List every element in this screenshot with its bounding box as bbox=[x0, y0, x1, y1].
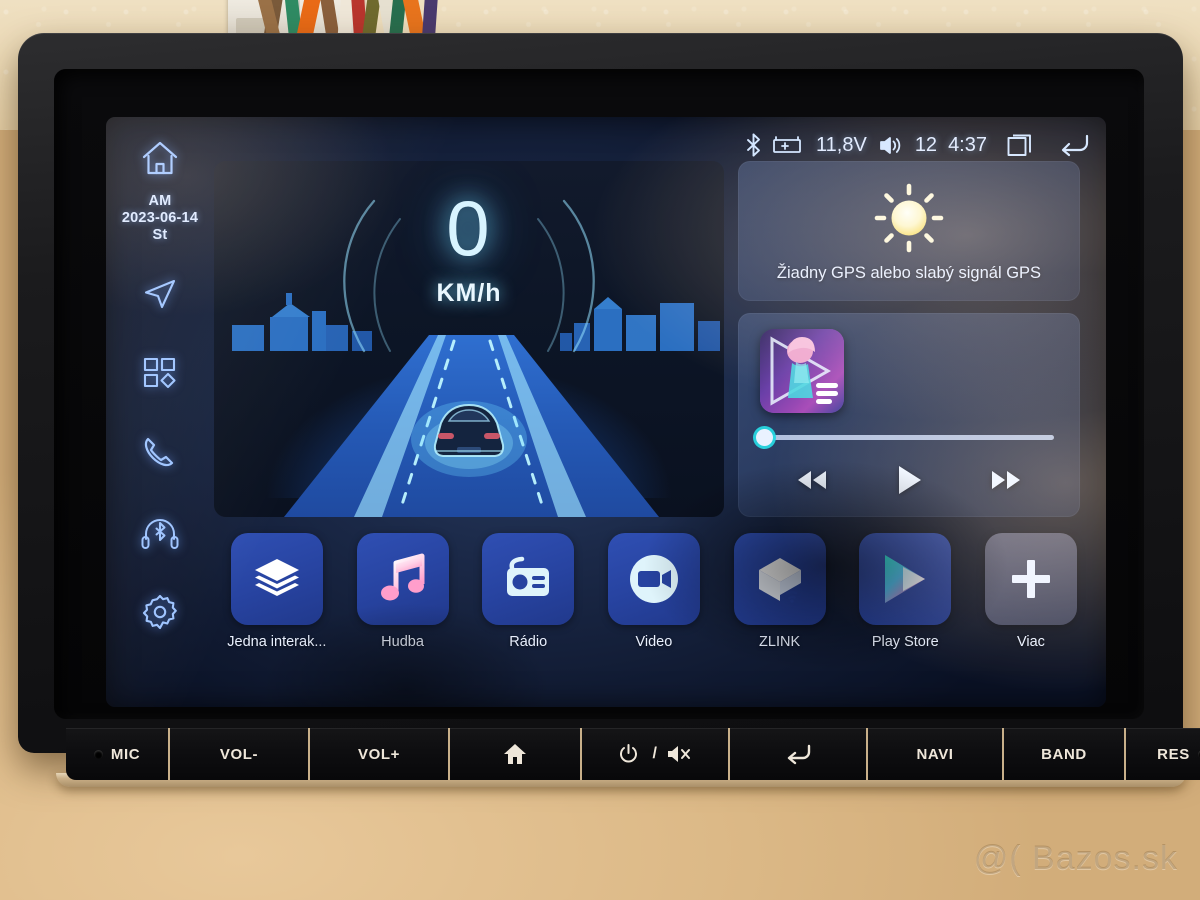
power-mute-separator: / bbox=[652, 745, 658, 762]
left-sidebar: AM 2023-06-14 St bbox=[106, 117, 214, 707]
watermark: @( Bazos.sk bbox=[973, 839, 1178, 877]
home-glyph-icon bbox=[504, 744, 526, 764]
zlink-icon bbox=[758, 558, 801, 603]
clock-time: 4:37 bbox=[948, 133, 987, 156]
hw-button-home[interactable] bbox=[450, 728, 582, 780]
weather-widget[interactable]: Žiadny GPS alebo slabý signál GPS bbox=[738, 161, 1080, 301]
hardware-button-bar: MIC VOL- VOL+ / NAVI BAND RES bbox=[66, 728, 1200, 780]
hw-button-band[interactable]: BAND bbox=[1004, 728, 1126, 780]
app-video[interactable]: Video bbox=[591, 533, 717, 650]
app-radio[interactable]: Rádio bbox=[465, 533, 591, 650]
play-store-icon bbox=[885, 555, 926, 603]
touchscreen-display[interactable]: 11,8V 12 4:37 AM 2023-06-14 St 0 KM/h Ži… bbox=[106, 117, 1106, 707]
home-icon[interactable] bbox=[127, 129, 193, 189]
back-arrow-icon[interactable] bbox=[1058, 132, 1090, 158]
hw-button-mic[interactable]: MIC bbox=[66, 728, 170, 780]
media-player-widget[interactable] bbox=[738, 313, 1080, 517]
radio-icon bbox=[507, 556, 550, 596]
music-note-icon bbox=[380, 553, 425, 601]
plus-icon bbox=[1011, 560, 1050, 598]
hw-button-label: VOL- bbox=[219, 745, 259, 763]
status-bar: 11,8V 12 4:37 bbox=[745, 129, 1090, 161]
driving-scene: 0 KM/h bbox=[214, 161, 724, 517]
home-content: 0 KM/h Žiadny GPS alebo slabý signál GPS… bbox=[214, 161, 1096, 699]
app-zlink[interactable]: ZLINK bbox=[717, 533, 843, 650]
sidebar-item-bluetooth-audio[interactable] bbox=[127, 502, 193, 562]
app-tile[interactable] bbox=[607, 533, 700, 625]
app-tile[interactable] bbox=[984, 533, 1077, 625]
speed-value: 0 bbox=[446, 184, 492, 272]
hw-button-label: BAND bbox=[1041, 745, 1087, 763]
media-controls bbox=[762, 463, 1056, 502]
hw-button-volume-down[interactable]: VOL- bbox=[170, 728, 310, 780]
volume-level: 12 bbox=[914, 133, 938, 156]
next-button[interactable] bbox=[988, 467, 1024, 498]
app-label: Play Store bbox=[871, 634, 939, 650]
battery-icon bbox=[773, 135, 805, 155]
speed-unit: KM/h bbox=[436, 279, 502, 307]
sun-icon bbox=[874, 183, 944, 252]
bluetooth-icon bbox=[745, 133, 762, 157]
sidebar-item-navigation[interactable] bbox=[127, 264, 193, 324]
app-viac[interactable]: Viac bbox=[968, 533, 1094, 650]
app-tile[interactable] bbox=[482, 533, 575, 625]
sidebar-item-settings[interactable] bbox=[127, 582, 193, 642]
car-illustration bbox=[411, 401, 527, 477]
seek-knob[interactable] bbox=[756, 429, 773, 446]
back-glyph-icon bbox=[787, 744, 811, 765]
volume-icon bbox=[878, 135, 904, 156]
app-label: Rádio bbox=[509, 634, 548, 650]
video-camera-icon bbox=[629, 555, 678, 603]
app-label: Viac bbox=[1016, 634, 1045, 650]
app-label: Video bbox=[635, 634, 673, 650]
hw-button-label: MIC bbox=[110, 745, 141, 763]
sidebar-item-phone[interactable] bbox=[127, 422, 193, 482]
app-hudba[interactable]: Hudba bbox=[340, 533, 466, 650]
app-tile[interactable] bbox=[230, 533, 323, 625]
album-art-image bbox=[760, 329, 844, 413]
head-unit-device: 11,8V 12 4:37 AM 2023-06-14 St 0 KM/h Ži… bbox=[18, 33, 1200, 787]
hw-button-navi[interactable]: NAVI bbox=[868, 728, 1004, 780]
mute-glyph-icon bbox=[667, 746, 690, 762]
previous-button[interactable] bbox=[794, 467, 830, 498]
play-button[interactable] bbox=[893, 463, 925, 502]
sidebar-item-apps[interactable] bbox=[127, 342, 193, 402]
power-glyph-icon bbox=[620, 744, 638, 763]
app-dock: Jedna interak... Hudba Rádio Video ZLINK… bbox=[214, 533, 1094, 650]
album-art[interactable] bbox=[760, 329, 844, 413]
hw-button-back[interactable] bbox=[730, 728, 868, 780]
date-value: 2023-06-14 bbox=[121, 210, 199, 227]
seek-bar[interactable] bbox=[756, 429, 1054, 446]
layers-icon bbox=[254, 559, 299, 596]
gps-status-message: Žiadny GPS alebo slabý signál GPS bbox=[776, 263, 1042, 282]
date-ampm: AM bbox=[148, 193, 172, 209]
hw-button-label: VOL+ bbox=[358, 745, 400, 763]
app-tile[interactable] bbox=[733, 533, 826, 625]
battery-voltage: 11,8V bbox=[816, 133, 867, 156]
app-label: Jedna interak... bbox=[227, 634, 327, 650]
date-weekday: St bbox=[152, 227, 168, 244]
speed-widget[interactable]: 0 KM/h bbox=[214, 161, 724, 517]
hw-button-volume-up[interactable]: VOL+ bbox=[310, 728, 450, 780]
app-label: ZLINK bbox=[759, 634, 801, 650]
app-label: Hudba bbox=[381, 634, 424, 650]
app-play-store[interactable]: Play Store bbox=[842, 533, 968, 650]
hw-button-label: RES bbox=[1157, 745, 1190, 763]
hw-button-label: NAVI bbox=[916, 745, 954, 763]
hw-button-res[interactable]: RES bbox=[1126, 728, 1200, 780]
app-tile[interactable] bbox=[859, 533, 952, 625]
hw-button-power-mute[interactable]: / bbox=[582, 728, 730, 780]
mic-pinhole-icon bbox=[93, 749, 103, 759]
date-display: AM 2023-06-14 St bbox=[122, 193, 198, 244]
app-jedna-interak[interactable]: Jedna interak... bbox=[214, 533, 340, 650]
recent-apps-icon[interactable] bbox=[1007, 132, 1035, 158]
app-tile[interactable] bbox=[356, 533, 449, 625]
